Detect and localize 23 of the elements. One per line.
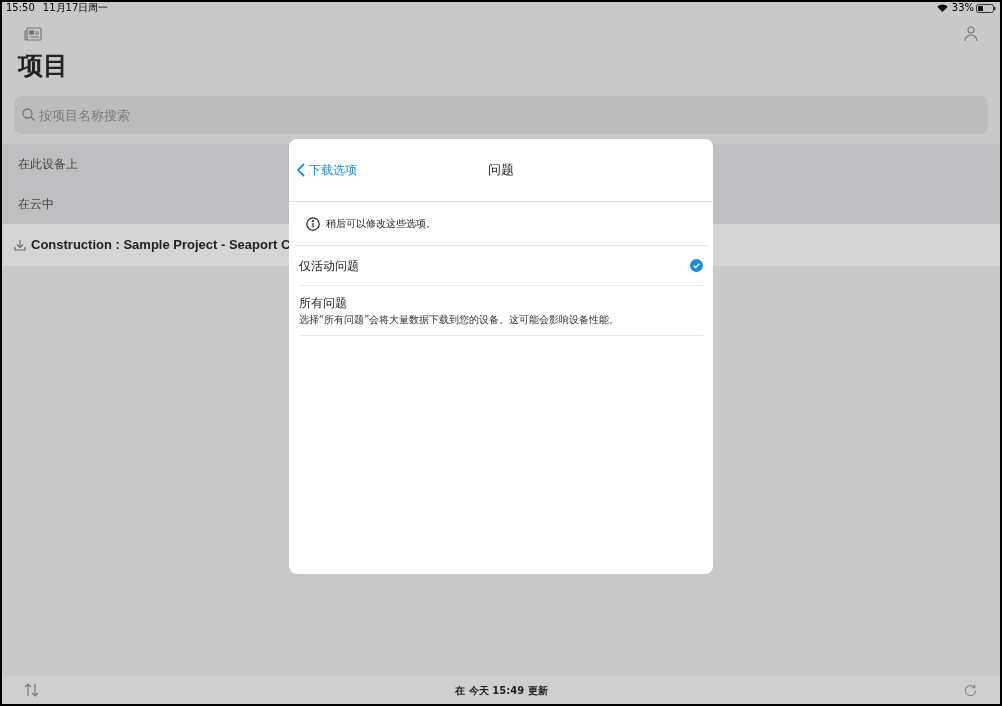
status-time: 15:50: [6, 3, 35, 13]
option-label: 所有问题: [299, 295, 348, 312]
section-header: 在此设备上: [18, 156, 78, 173]
battery-percent: 33%: [951, 3, 974, 13]
sync-status: 在 今天 15:49 更新: [455, 683, 548, 698]
dialog-title: 问题: [488, 161, 514, 180]
back-button[interactable]: 下载选项: [297, 161, 357, 179]
refresh-icon[interactable]: [963, 682, 978, 698]
info-icon: [306, 216, 320, 231]
search-field[interactable]: 按项目名称搜索: [14, 96, 988, 134]
checkmark-icon: [690, 259, 703, 272]
page-title: 项目: [16, 50, 69, 82]
option-description: 选择“所有问题”会将大量数据下载到您的设备。这可能会影响设备性能。: [299, 313, 621, 327]
download-icon: [14, 239, 26, 251]
status-date: 11月17日周一: [42, 3, 109, 13]
sort-icon[interactable]: [24, 682, 40, 698]
search-icon: [22, 108, 35, 121]
chevron-left-icon: [297, 163, 305, 177]
section-header: 在云中: [18, 196, 54, 213]
person-icon[interactable]: [964, 26, 978, 42]
newspaper-icon[interactable]: [24, 27, 42, 41]
wifi-icon: [936, 4, 948, 12]
battery-icon: [976, 3, 996, 13]
